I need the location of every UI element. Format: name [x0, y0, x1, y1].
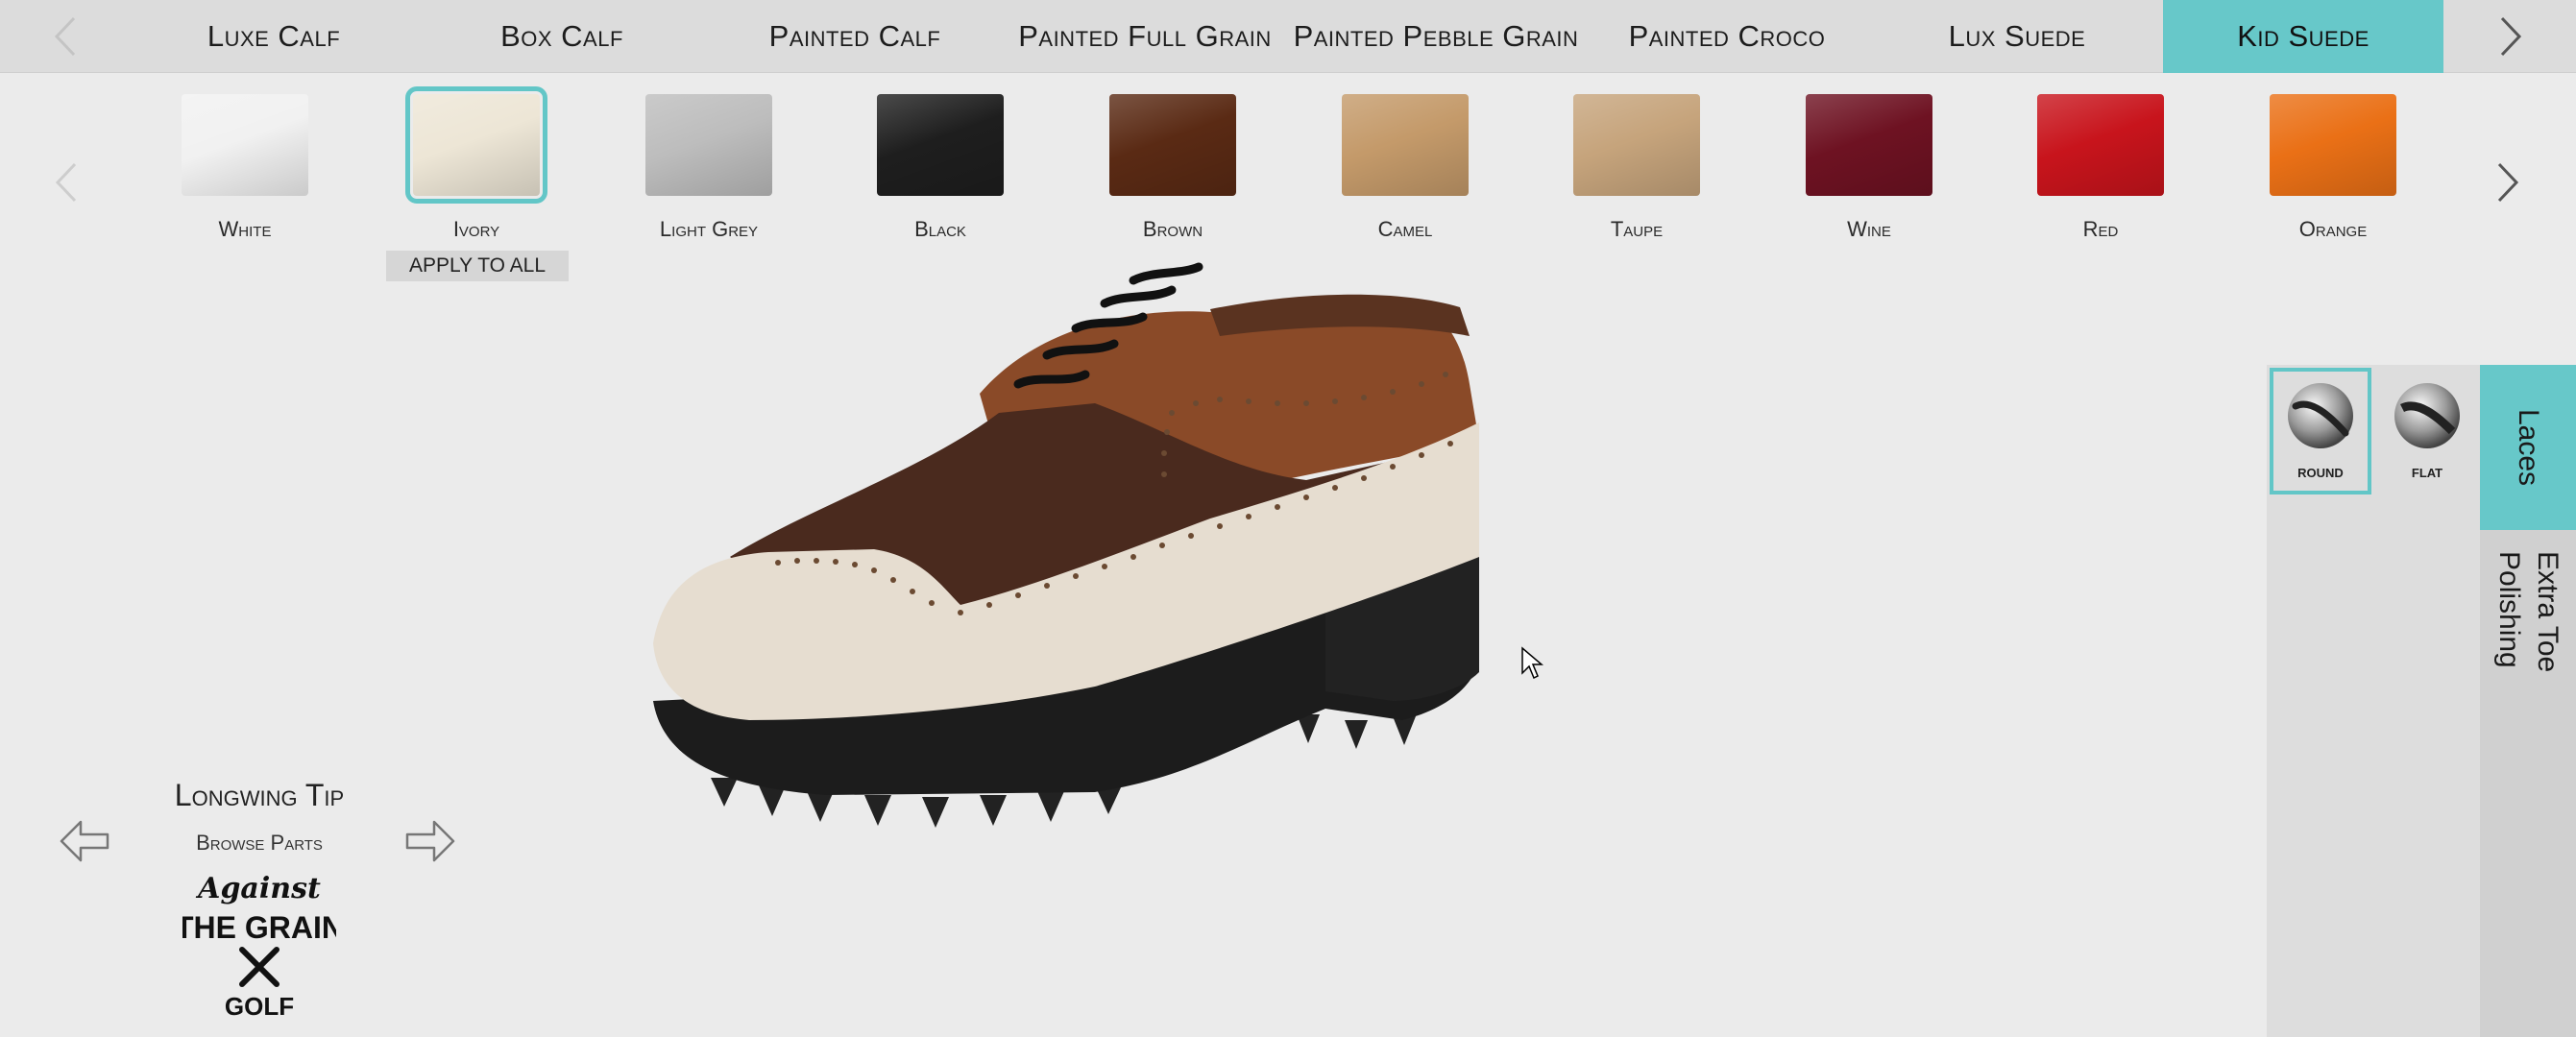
swatch-chip[interactable]	[1342, 94, 1469, 196]
tab-lux-suede[interactable]: Lux Suede	[1921, 0, 2113, 73]
swatch-label: Brown	[1142, 217, 1203, 241]
swatch-label: Light Grey	[659, 217, 759, 241]
tab-kid-suede[interactable]: Kid Suede	[2163, 0, 2443, 73]
swatch-label: White	[218, 217, 272, 241]
apply-to-all-button[interactable]: APPLY TO ALL	[386, 251, 569, 281]
svg-text:GOLF: GOLF	[225, 992, 294, 1021]
svg-text:Against: Against	[195, 872, 321, 905]
mouse-cursor-icon	[1521, 646, 1543, 680]
side-tab-laces[interactable]: Laces	[2480, 365, 2576, 530]
lace-option-flat[interactable]: FLAT	[2376, 368, 2478, 494]
side-tab-extra-toe-polishing[interactable]: Extra Toe Polishing	[2480, 530, 2576, 1037]
tab-painted-full-grain[interactable]: Painted Full Grain	[1018, 0, 1272, 73]
swatch-next-arrow-icon[interactable]	[2484, 154, 2532, 211]
swatch-orange[interactable]: Orange	[2270, 94, 2396, 242]
lace-option-label: FLAT	[2411, 466, 2443, 480]
material-next-arrow-icon[interactable]	[2482, 0, 2540, 73]
lace-options-panel: ROUND FLAT	[2267, 365, 2480, 1037]
swatch-red[interactable]: Red	[2037, 94, 2164, 242]
swatch-chip[interactable]	[877, 94, 1004, 196]
swatch-chip[interactable]	[2270, 94, 2396, 196]
swatch-chip[interactable]	[1573, 94, 1700, 196]
swatch-taupe[interactable]: Taupe	[1573, 94, 1700, 242]
swatch-chip[interactable]	[645, 94, 772, 196]
tab-painted-pebble-grain[interactable]: Painted Pebble Grain	[1294, 0, 1578, 73]
tab-box-calf[interactable]: Box Calf	[461, 0, 663, 73]
swatch-chip[interactable]	[182, 94, 308, 196]
flat-lace-icon	[2394, 383, 2460, 448]
swatch-label: Camel	[1377, 217, 1433, 241]
swatch-label: Taupe	[1610, 217, 1664, 241]
swatch-chip[interactable]	[2037, 94, 2164, 196]
shoe-preview[interactable]	[634, 240, 1844, 855]
longwing-shoe-image	[653, 262, 1479, 828]
swatch-camel[interactable]: Camel	[1342, 94, 1469, 242]
tab-painted-croco[interactable]: Painted Croco	[1604, 0, 1850, 73]
swatch-light-grey[interactable]: Light Grey	[645, 94, 772, 242]
swatch-chip[interactable]	[1806, 94, 1932, 196]
swatch-wine[interactable]: Wine	[1806, 94, 1932, 242]
swatch-chip[interactable]	[1109, 94, 1236, 196]
swatch-label: Orange	[2298, 217, 2368, 241]
swatch-white[interactable]: White	[182, 94, 308, 242]
round-lace-icon	[2288, 383, 2353, 448]
browse-next-arrow-icon[interactable]	[401, 814, 457, 868]
side-tab-laces-label: Laces	[2513, 408, 2544, 487]
side-tab-extra-label-line1: Extra Toe	[2532, 551, 2564, 673]
side-tab-extra-label-line2: Polishing	[2493, 551, 2525, 668]
material-prev-arrow-icon[interactable]	[36, 0, 94, 73]
swatch-ivory[interactable]: Ivory	[405, 86, 547, 242]
swatch-prev-arrow-icon[interactable]	[42, 154, 90, 211]
swatch-chip[interactable]	[405, 86, 547, 204]
tab-luxe-calf[interactable]: Luxe Calf	[173, 0, 375, 73]
swatch-label: Black	[914, 217, 966, 241]
lace-option-round[interactable]: ROUND	[2270, 368, 2371, 494]
swatch-label: Red	[2082, 217, 2119, 241]
lace-option-label: ROUND	[2297, 466, 2344, 480]
svg-text:THE GRAIN: THE GRAIN	[182, 910, 336, 945]
swatch-label: Ivory	[452, 217, 500, 241]
browse-parts-label: Browse Parts	[196, 831, 323, 855]
swatch-black[interactable]: Black	[877, 94, 1004, 242]
swatch-brown[interactable]: Brown	[1109, 94, 1236, 242]
style-name: Longwing Tip	[174, 778, 345, 812]
against-the-grain-golf-logo: Against THE GRAIN GOLF	[182, 872, 336, 1021]
swatch-label: Wine	[1847, 217, 1891, 241]
tab-painted-calf[interactable]: Painted Calf	[740, 0, 970, 73]
material-tab-bar: Luxe Calf Box Calf Painted Calf Painted …	[0, 0, 2576, 73]
browse-prev-arrow-icon[interactable]	[58, 814, 113, 868]
